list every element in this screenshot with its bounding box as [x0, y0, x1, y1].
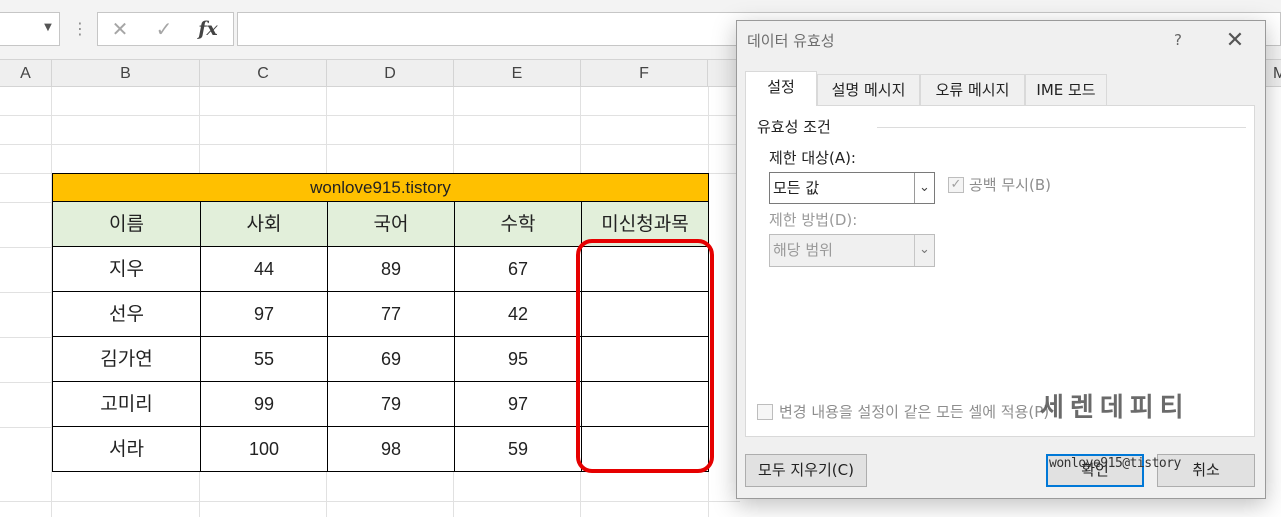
chevron-down-icon[interactable]: ⌄ [914, 235, 934, 266]
cell-korean[interactable]: 77 [327, 292, 455, 337]
data-label: 제한 방법(D): [769, 211, 858, 229]
ignore-blank-checkbox[interactable]: ✓ [948, 177, 964, 193]
tab-error-alert[interactable]: 오류 메시지 [920, 74, 1025, 105]
ignore-blank-label: 공백 무시(B) [969, 176, 1051, 194]
dialog-title: 데이터 유효성 [747, 32, 835, 50]
column-header-b[interactable]: B [52, 60, 200, 87]
cell-name[interactable]: 고미리 [52, 382, 201, 427]
data-validation-dialog: 데이터 유효성 ? ✕ 설정 설명 메시지 오류 메시지 IME 모드 유효성 … [736, 20, 1266, 499]
header-cell-name[interactable]: 이름 [52, 202, 201, 247]
tab-settings[interactable]: 설정 [745, 71, 817, 106]
table-title-cell[interactable]: wonlove915.tistory [52, 173, 709, 202]
name-box-dropdown-icon[interactable]: ▼ [42, 20, 54, 36]
column-header-f[interactable]: F [581, 60, 708, 87]
chevron-down-icon[interactable]: ⌄ [914, 173, 934, 203]
allow-select-value: 모든 값 [773, 179, 820, 197]
watermark-url: wonlove915@tistory [1049, 456, 1181, 471]
cell-social[interactable]: 55 [200, 337, 328, 382]
cell-korean[interactable]: 79 [327, 382, 455, 427]
close-icon[interactable]: ✕ [1219, 27, 1251, 55]
apply-to-all-checkbox[interactable] [757, 404, 773, 420]
column-header-d[interactable]: D [327, 60, 454, 87]
cell-name[interactable]: 서라 [52, 427, 201, 472]
column-header-c[interactable]: C [200, 60, 327, 87]
cell-math[interactable]: 67 [454, 247, 582, 292]
insert-function-icon[interactable]: fx [188, 13, 228, 45]
cell-korean[interactable]: 98 [327, 427, 455, 472]
column-header-m[interactable]: M [1266, 60, 1281, 87]
validation-criteria-label: 유효성 조건 [757, 117, 877, 137]
cell-korean[interactable]: 69 [327, 337, 455, 382]
enter-check-icon[interactable]: ✓ [144, 13, 184, 45]
cell-social[interactable]: 44 [200, 247, 328, 292]
help-icon[interactable]: ? [1165, 27, 1191, 53]
group-divider [850, 127, 1246, 128]
cell-korean[interactable]: 89 [327, 247, 455, 292]
tab-input-message[interactable]: 설명 메시지 [817, 74, 920, 105]
highlight-box [576, 239, 714, 473]
column-header-e[interactable]: E [454, 60, 581, 87]
cell-name[interactable]: 선우 [52, 292, 201, 337]
cancel-entry-icon[interactable]: ✕ [100, 13, 140, 45]
cell-social[interactable]: 99 [200, 382, 328, 427]
header-cell-korean[interactable]: 국어 [327, 202, 455, 247]
cell-math[interactable]: 97 [454, 382, 582, 427]
cell-math[interactable]: 42 [454, 292, 582, 337]
cell-math[interactable]: 59 [454, 427, 582, 472]
allow-label: 제한 대상(A): [769, 149, 856, 167]
cell-social[interactable]: 97 [200, 292, 328, 337]
grip-dots-icon[interactable]: ⋮ [72, 18, 88, 40]
cell-math[interactable]: 95 [454, 337, 582, 382]
cell-social[interactable]: 100 [200, 427, 328, 472]
cell-name[interactable]: 지우 [52, 247, 201, 292]
formula-buttons: ✕ ✓ fx [97, 12, 234, 46]
column-header-a[interactable]: A [0, 60, 52, 87]
header-cell-math[interactable]: 수학 [454, 202, 582, 247]
header-cell-social[interactable]: 사회 [200, 202, 328, 247]
data-select-value: 해당 범위 [773, 241, 833, 259]
clear-all-button[interactable]: 모두 지우기(C) [745, 454, 867, 487]
tab-ime-mode[interactable]: IME 모드 [1025, 74, 1107, 105]
watermark-text: 세렌데피티 [1040, 393, 1190, 423]
cell-name[interactable]: 김가연 [52, 337, 201, 382]
